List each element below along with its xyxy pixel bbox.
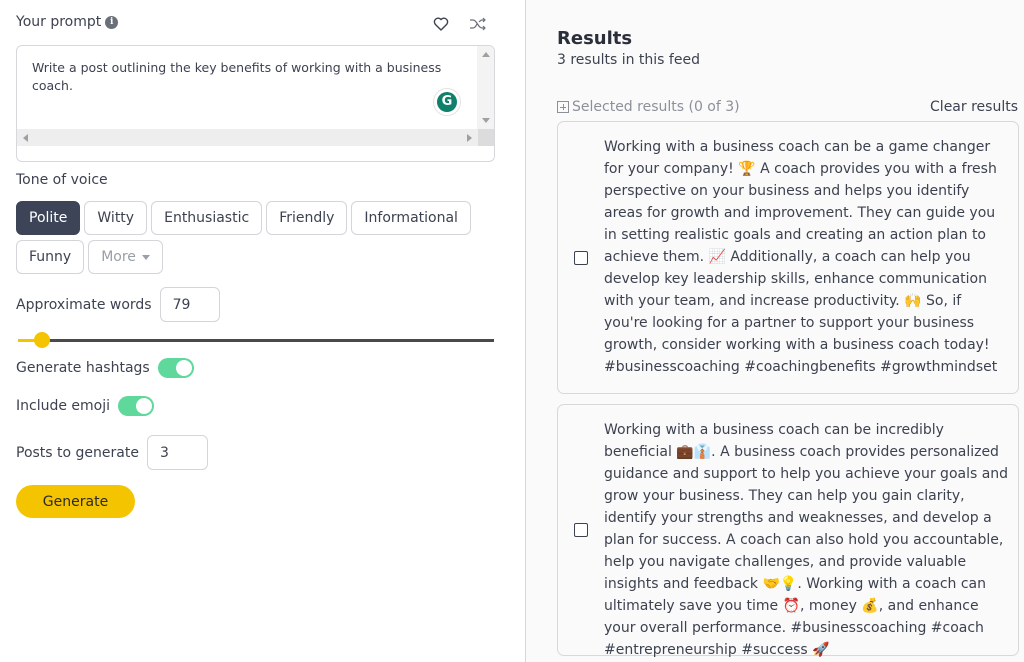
tone-options-row-1: Polite Witty Enthusiastic Friendly Infor… (16, 201, 471, 235)
approximate-words-input[interactable]: 79 (159, 287, 220, 322)
generate-hashtags-row: Generate hashtags (16, 358, 194, 378)
shuffle-icon[interactable] (469, 16, 487, 32)
grammarly-icon[interactable]: G (433, 88, 461, 116)
tone-chip-funny[interactable]: Funny (16, 240, 85, 274)
more-label: More (101, 249, 136, 265)
tone-chip-friendly[interactable]: Friendly (266, 201, 348, 235)
info-icon[interactable]: i (105, 15, 119, 29)
toggle-knob (175, 360, 192, 376)
approximate-words-slider[interactable] (16, 330, 494, 350)
generate-hashtags-label: Generate hashtags (16, 360, 150, 376)
expand-plus-icon (557, 101, 569, 113)
results-count: 3 results in this feed (557, 52, 700, 68)
prompt-panel: Your prompt i Write a post outlining the… (0, 0, 525, 662)
result-checkbox[interactable] (574, 523, 588, 537)
include-emoji-label: Include emoji (16, 398, 111, 414)
tone-options-row-2: Funny More (16, 240, 163, 274)
approximate-words-label: Approximate words (16, 296, 152, 313)
include-emoji-toggle[interactable] (118, 396, 155, 416)
prompt-label-text: Your prompt (16, 14, 102, 30)
selected-results-text: Selected results (0 of 3) (572, 99, 740, 115)
prompt-header: Your prompt i (16, 14, 494, 36)
tone-more-dropdown[interactable]: More (88, 240, 163, 274)
horizontal-scrollbar[interactable] (17, 129, 478, 146)
tone-chip-enthusiastic[interactable]: Enthusiastic (151, 201, 263, 235)
scroll-down-arrow-icon[interactable] (482, 118, 490, 123)
result-card: Working with a business coach can be a g… (557, 121, 1019, 394)
scroll-left-arrow-icon[interactable] (23, 134, 28, 142)
result-text: Working with a business coach can be inc… (604, 422, 1009, 658)
tone-chip-witty[interactable]: Witty (84, 201, 148, 235)
include-emoji-row: Include emoji (16, 396, 155, 416)
posts-to-generate-row: Posts to generate 3 (16, 435, 208, 470)
posts-to-generate-label: Posts to generate (16, 444, 139, 461)
prompt-text[interactable]: Write a post outlining the key benefits … (32, 59, 452, 95)
posts-to-generate-input[interactable]: 3 (146, 435, 208, 470)
approximate-words-row: Approximate words 79 (16, 287, 220, 322)
generate-button[interactable]: Generate (16, 485, 135, 518)
tone-chip-polite[interactable]: Polite (16, 201, 81, 235)
clear-results-link[interactable]: Clear results (930, 99, 1018, 115)
scroll-up-arrow-icon[interactable] (482, 52, 490, 57)
tone-label: Tone of voice (16, 172, 108, 188)
tone-chip-informational[interactable]: Informational (351, 201, 471, 235)
result-card: Working with a business coach can be inc… (557, 404, 1019, 658)
prompt-textarea[interactable]: Write a post outlining the key benefits … (16, 45, 495, 162)
scroll-right-arrow-icon[interactable] (467, 134, 472, 142)
grammarly-glyph: G (437, 92, 457, 112)
resize-corner[interactable] (478, 129, 494, 146)
result-text: Working with a business coach can be a g… (604, 139, 998, 375)
result-checkbox[interactable] (574, 251, 588, 265)
results-panel: Results 3 results in this feed Selected … (525, 0, 1024, 662)
results-title: Results (557, 28, 633, 49)
slider-thumb[interactable] (33, 332, 50, 348)
chevron-down-icon (141, 254, 150, 260)
generate-hashtags-toggle[interactable] (157, 358, 194, 378)
vertical-scrollbar[interactable] (477, 46, 494, 129)
toggle-knob (136, 398, 153, 414)
selected-results-toggle[interactable]: Selected results (0 of 3) (557, 99, 740, 115)
slider-track[interactable] (18, 339, 494, 342)
prompt-label: Your prompt i (16, 14, 119, 30)
heart-icon[interactable] (433, 16, 449, 32)
